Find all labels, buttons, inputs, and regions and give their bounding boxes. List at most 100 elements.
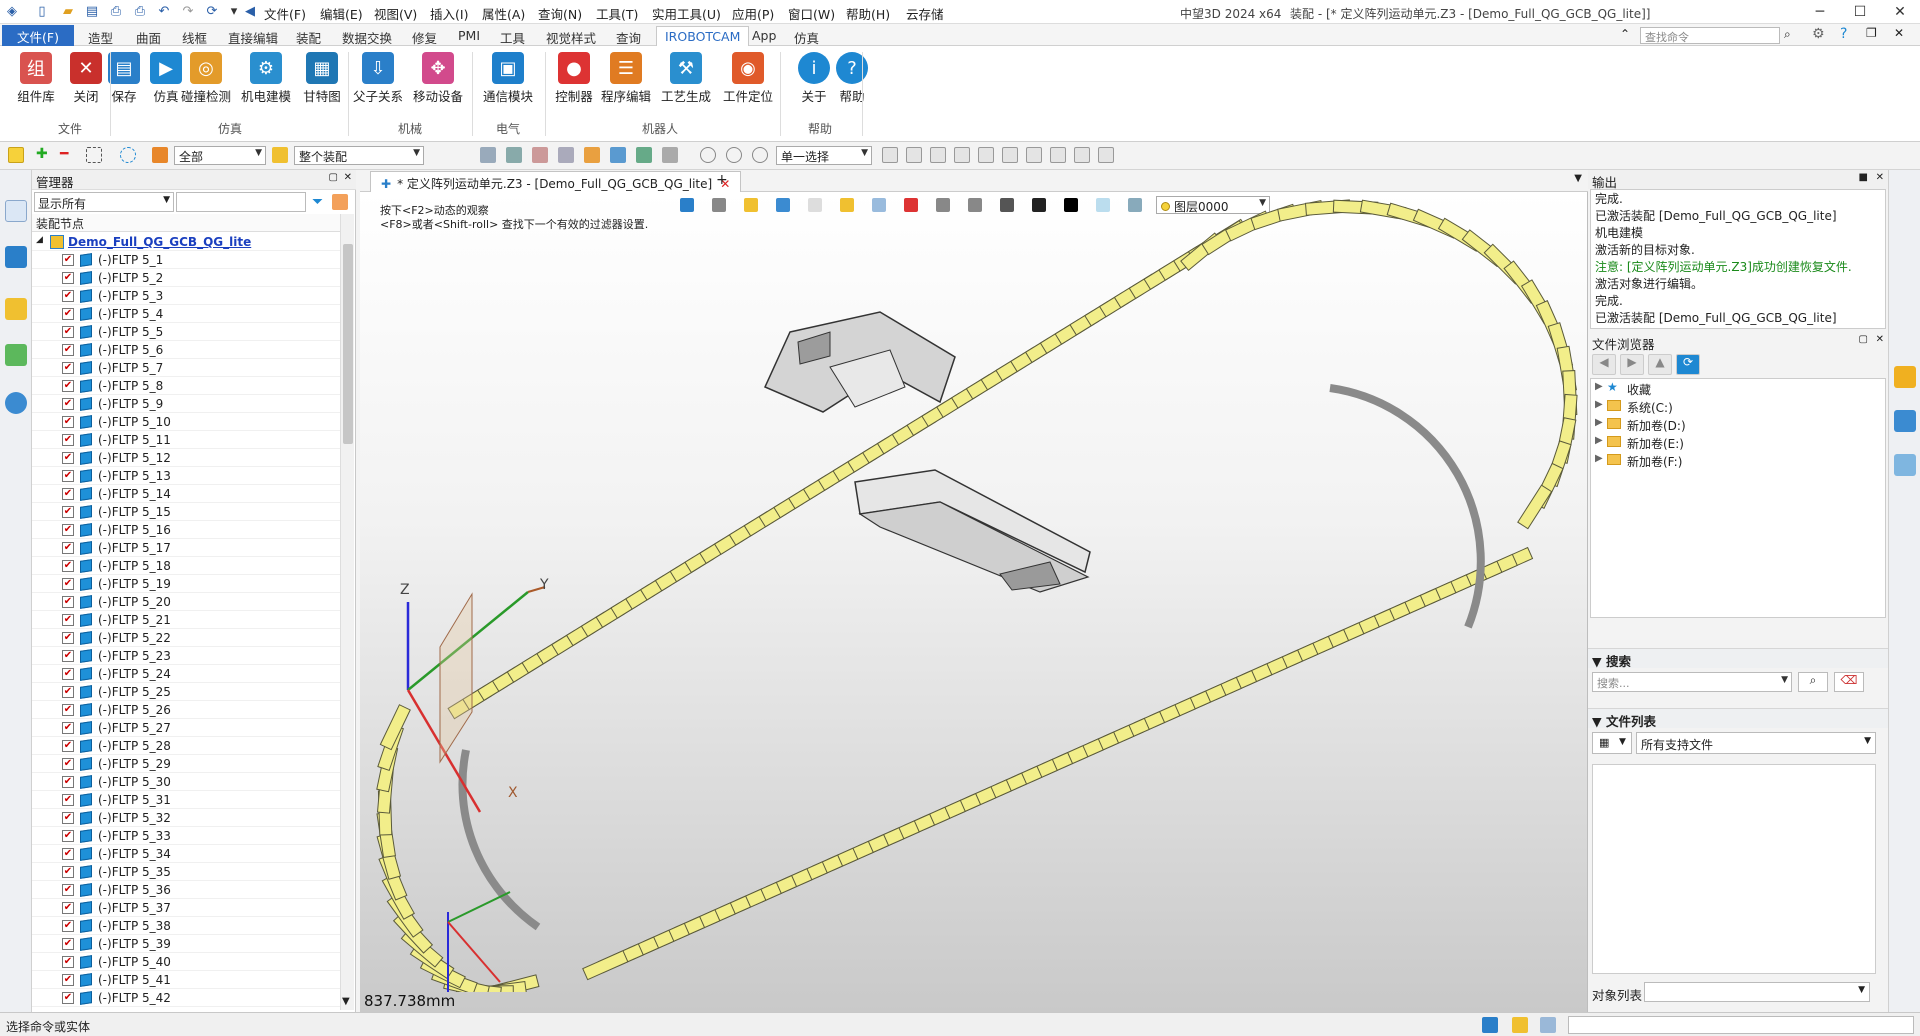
tree-item[interactable]: ✔ (-)FLTP 5_23 <box>32 647 340 665</box>
restore-icon[interactable]: ❐ <box>1866 26 1877 40</box>
tab-repair[interactable]: 修复 <box>404 26 445 46</box>
view-manager-icon[interactable] <box>5 344 27 366</box>
tree-item[interactable]: ✔ (-)FLTP 5_13 <box>32 467 340 485</box>
forward-nav-icon[interactable]: ▶ <box>1620 354 1644 375</box>
visibility-checkbox[interactable]: ✔ <box>62 380 74 392</box>
tree-item[interactable]: ✔ (-)FLTP 5_24 <box>32 665 340 683</box>
new-file-icon[interactable]: ▯ <box>34 3 50 19</box>
back-nav-icon[interactable]: ◀ <box>1592 354 1616 375</box>
drive-item[interactable]: ▶ 新加卷(D:) <box>1591 415 1885 433</box>
tree-item[interactable]: ✔ (-)FLTP 5_34 <box>32 845 340 863</box>
menu-tools[interactable]: 工具(T) <box>596 4 638 23</box>
visibility-checkbox[interactable]: ✔ <box>62 650 74 662</box>
browser-close-icon[interactable]: ✕ <box>1876 334 1884 345</box>
visibility-checkbox[interactable]: ✔ <box>62 920 74 932</box>
replace-icon[interactable] <box>700 147 716 163</box>
visibility-checkbox[interactable]: ✔ <box>62 668 74 680</box>
mirror-icon[interactable] <box>662 147 678 163</box>
tab-wireframe[interactable]: 线框 <box>174 26 215 46</box>
folder-browser-icon[interactable] <box>1894 366 1916 388</box>
ribbon-button-9[interactable]: ✥ 移动设备 <box>412 50 464 118</box>
ribbon-button-14[interactable]: ◉ 工件定位 <box>722 50 774 118</box>
close-window-button[interactable]: ✕ <box>1880 0 1920 24</box>
tree-item[interactable]: ✔ (-)FLTP 5_40 <box>32 953 340 971</box>
panel-close-icon[interactable]: ✕ <box>344 172 352 183</box>
ribbon-button-1[interactable]: 组组件库 <box>10 50 62 118</box>
tree-item[interactable]: ✔ (-)FLTP 5_37 <box>32 899 340 917</box>
face-icon[interactable] <box>1050 147 1066 163</box>
visibility-checkbox[interactable]: ✔ <box>62 398 74 410</box>
tree-item[interactable]: ✔ (-)FLTP 5_22 <box>32 629 340 647</box>
drive-item[interactable]: ▶ 新加卷(E:) <box>1591 433 1885 451</box>
visibility-checkbox[interactable]: ✔ <box>62 560 74 572</box>
history-manager-icon[interactable] <box>5 200 27 222</box>
undo-icon[interactable]: ↶ <box>156 3 172 19</box>
tab-irobotcam[interactable]: IROBOTCAM <box>656 26 750 46</box>
visibility-checkbox[interactable]: ✔ <box>62 938 74 950</box>
distribute-icon[interactable] <box>506 147 522 163</box>
tree-root[interactable]: ◢ Demo_Full_QG_GCB_QG_lite <box>32 233 340 251</box>
search-button[interactable]: ⌕ <box>1798 672 1828 692</box>
tree-item[interactable]: ✔ (-)FLTP 5_31 <box>32 791 340 809</box>
menu-help[interactable]: 帮助(H) <box>846 4 890 23</box>
filter-icon[interactable] <box>152 147 168 163</box>
visibility-checkbox[interactable]: ✔ <box>62 974 74 986</box>
tree-item[interactable]: ✔ (-)FLTP 5_19 <box>32 575 340 593</box>
print-preview-icon[interactable]: ⎙ <box>132 3 148 19</box>
tab-tools[interactable]: 工具 <box>492 26 533 46</box>
tree-item[interactable]: ✔ (-)FLTP 5_5 <box>32 323 340 341</box>
search-section-header[interactable]: ▼ 搜索 <box>1588 648 1888 669</box>
visibility-checkbox[interactable]: ✔ <box>62 722 74 734</box>
tree-item[interactable]: ✔ (-)FLTP 5_9 <box>32 395 340 413</box>
visibility-checkbox[interactable]: ✔ <box>62 344 74 356</box>
help-icon[interactable]: ? <box>1840 26 1847 42</box>
visibility-checkbox[interactable]: ✔ <box>62 542 74 554</box>
visibility-checkbox[interactable]: ✔ <box>62 812 74 824</box>
print-icon[interactable]: ⎙ <box>108 3 124 19</box>
tree-item[interactable]: ✔ (-)FLTP 5_3 <box>32 287 340 305</box>
visibility-checkbox[interactable]: ✔ <box>62 488 74 500</box>
refresh-icon[interactable]: ⟳ <box>204 3 220 19</box>
tree-item[interactable]: ✔ (-)FLTP 5_41 <box>32 971 340 989</box>
menu-query[interactable]: 查询(N) <box>538 4 582 23</box>
tree-item[interactable]: ✔ (-)FLTP 5_35 <box>32 863 340 881</box>
menu-cloud[interactable]: 云存储 <box>906 4 944 23</box>
pattern-icon[interactable] <box>636 147 652 163</box>
maximize-button[interactable]: ☐ <box>1840 0 1880 24</box>
view-mode-button[interactable]: ▦ ▼ <box>1592 732 1632 754</box>
tree-item[interactable]: ✔ (-)FLTP 5_26 <box>32 701 340 719</box>
tree-item[interactable]: ✔ (-)FLTP 5_33 <box>32 827 340 845</box>
visibility-checkbox[interactable]: ✔ <box>62 308 74 320</box>
part-library-icon[interactable] <box>5 298 27 320</box>
back-arrow-icon[interactable]: ◀ <box>242 3 258 19</box>
rotate-icon[interactable] <box>752 147 768 163</box>
tab-surface[interactable]: 曲面 <box>128 26 169 46</box>
menu-insert[interactable]: 插入(I) <box>430 4 468 23</box>
tree-item[interactable]: ✔ (-)FLTP 5_6 <box>32 341 340 359</box>
check-icon[interactable] <box>726 147 742 163</box>
new-tab-icon[interactable]: + <box>716 172 728 188</box>
visibility-checkbox[interactable]: ✔ <box>62 524 74 536</box>
collapse-icon[interactable]: ◢ <box>36 235 43 245</box>
tree-item[interactable]: ✔ (-)FLTP 5_4 <box>32 305 340 323</box>
drive-item[interactable]: ▶ 系统(C:) <box>1591 397 1885 415</box>
constraint-icon[interactable] <box>558 147 574 163</box>
3d-viewport[interactable]: 按下<F2>动态的观察 <F8>或者<Shift-roll> 查找下一个有效的过… <box>360 192 1588 1012</box>
align-icon[interactable] <box>480 147 496 163</box>
visibility-checkbox[interactable]: ✔ <box>62 830 74 842</box>
visibility-checkbox[interactable]: ✔ <box>62 740 74 752</box>
tree-item[interactable]: ✔ (-)FLTP 5_17 <box>32 539 340 557</box>
tab-file[interactable]: 文件(F) <box>2 25 74 46</box>
command-search-input[interactable]: 查找命令 <box>1640 27 1780 44</box>
open-file-icon[interactable]: ▰ <box>60 3 76 19</box>
visibility-checkbox[interactable]: ✔ <box>62 596 74 608</box>
tree-scrollbar[interactable] <box>340 214 354 1010</box>
visibility-checkbox[interactable]: ✔ <box>62 776 74 788</box>
doc-close-icon[interactable]: ✕ <box>1894 26 1904 40</box>
object-list-select[interactable]: ▼ <box>1644 982 1870 1002</box>
tree-item[interactable]: ✔ (-)FLTP 5_7 <box>32 359 340 377</box>
refresh-nav-icon[interactable]: ⟳ <box>1676 354 1700 375</box>
visibility-checkbox[interactable]: ✔ <box>62 506 74 518</box>
spline-icon[interactable] <box>1002 147 1018 163</box>
tab-modeling[interactable]: 造型 <box>80 26 121 46</box>
